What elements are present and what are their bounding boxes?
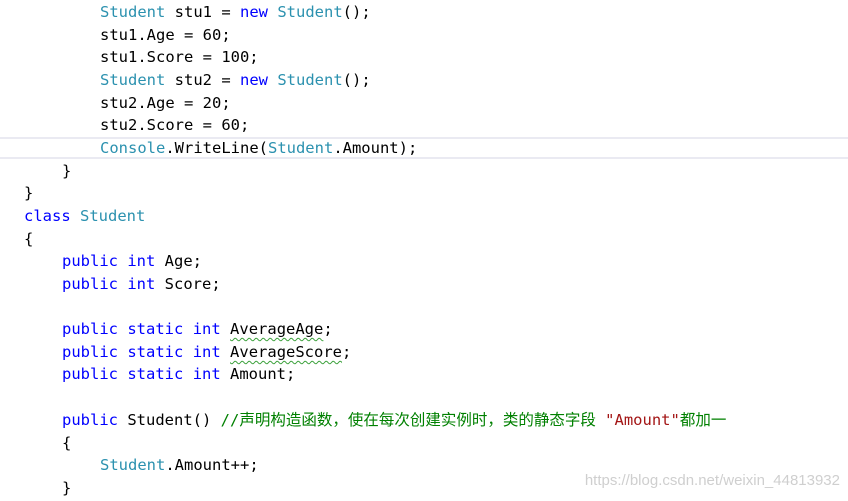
code-token: stu2.Age = 20; <box>100 94 231 112</box>
code-line[interactable]: } <box>62 160 71 183</box>
code-token: int <box>192 343 221 361</box>
code-token: public <box>62 343 118 361</box>
code-token: "Amount" <box>605 411 680 429</box>
code-token: ; <box>342 343 352 361</box>
code-token: Student <box>267 139 334 157</box>
code-token: Student <box>127 411 193 429</box>
code-token: Student <box>100 71 166 89</box>
code-token: Student <box>277 3 343 21</box>
code-token: } <box>24 184 34 202</box>
code-token: { <box>62 434 72 452</box>
code-line[interactable]: { <box>62 432 71 455</box>
code-token: { <box>24 230 34 248</box>
code-line[interactable]: public int Score; <box>62 273 221 296</box>
code-token: stu2.Score = 60; <box>100 116 250 134</box>
code-token: Console <box>100 139 166 157</box>
code-token: public <box>62 411 118 429</box>
code-line[interactable]: public int Age; <box>62 250 202 273</box>
code-token: .Amount); <box>333 139 418 157</box>
code-token: ; <box>323 320 333 338</box>
code-token: public <box>62 252 118 270</box>
code-token: int <box>192 320 221 338</box>
watermark: https://blog.csdn.net/weixin_44813932 <box>584 472 840 489</box>
code-token: () <box>192 411 221 429</box>
code-token: stu2 = <box>165 71 240 89</box>
code-token: Score; <box>155 275 221 293</box>
code-line[interactable]: Student stu2 = new Student(); <box>100 69 371 92</box>
code-token: public <box>62 365 118 383</box>
code-line[interactable]: } <box>62 477 71 500</box>
code-token: Student <box>277 71 343 89</box>
code-line[interactable]: Student stu1 = new Student(); <box>100 1 371 24</box>
code-token: Amount; <box>220 365 296 383</box>
code-token: Student <box>100 3 166 21</box>
code-token: Student <box>80 207 146 225</box>
code-token: Student <box>100 456 166 474</box>
warning-squiggle-token: AverageScore <box>230 343 343 361</box>
code-token: stu1.Score = 100; <box>100 48 259 66</box>
code-token: //声明构造函数，使在每次创建实例时，类的静态字段 <box>220 411 606 429</box>
code-token: int <box>192 365 221 383</box>
code-line[interactable]: class Student <box>24 205 145 228</box>
code-token: int <box>127 275 156 293</box>
code-token: stu1.Age = 60; <box>100 26 231 44</box>
code-line[interactable]: public static int AverageScore; <box>62 341 351 364</box>
code-token: } <box>62 479 72 497</box>
code-token: (); <box>342 71 371 89</box>
code-token: static <box>127 365 184 383</box>
code-token: new <box>239 3 268 21</box>
code-token: 都加一 <box>679 411 727 429</box>
code-token: } <box>62 162 72 180</box>
code-token: static <box>127 320 184 338</box>
code-line[interactable]: stu2.Score = 60; <box>100 114 249 137</box>
code-line[interactable]: stu1.Score = 100; <box>100 46 259 69</box>
code-line[interactable]: { <box>24 228 33 251</box>
code-line[interactable]: Console.WriteLine(Student.Amount); <box>100 137 417 160</box>
code-token: Age; <box>155 252 203 270</box>
code-line[interactable]: Student.Amount++; <box>100 454 259 477</box>
code-editor[interactable]: Student stu1 = new Student(); stu1.Age =… <box>0 0 848 501</box>
code-token: static <box>127 343 184 361</box>
code-token: .Amount++; <box>165 456 259 474</box>
code-line[interactable]: public static int AverageAge; <box>62 318 333 341</box>
code-token: .WriteLine( <box>165 139 268 157</box>
code-line[interactable]: } <box>24 182 33 205</box>
code-token: (); <box>342 3 371 21</box>
code-line[interactable]: stu2.Age = 20; <box>100 92 231 115</box>
code-line[interactable]: public static int Amount; <box>62 363 295 386</box>
code-token: stu1 = <box>165 3 240 21</box>
warning-squiggle-token: AverageAge <box>230 320 324 338</box>
code-token: class <box>24 207 71 225</box>
code-line[interactable]: public Student() //声明构造函数，使在每次创建实例时，类的静态… <box>62 409 726 432</box>
code-token: public <box>62 320 118 338</box>
code-token: int <box>127 252 156 270</box>
code-line[interactable]: stu1.Age = 60; <box>100 24 231 47</box>
code-token: public <box>62 275 118 293</box>
code-token: new <box>239 71 268 89</box>
